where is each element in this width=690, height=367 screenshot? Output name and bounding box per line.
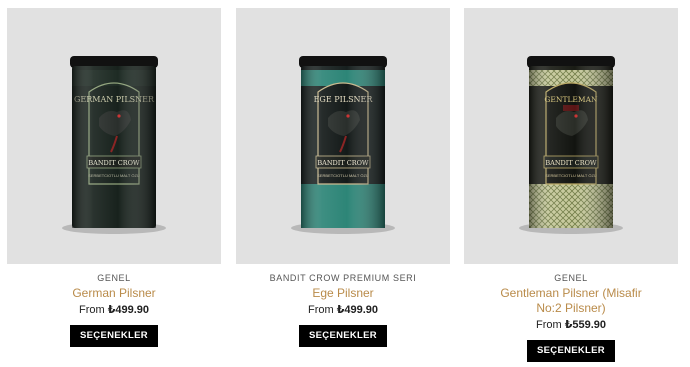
can-illustration: GENTLEMAN BANDIT CROW SERBETCIOTLU MALT … bbox=[519, 56, 623, 234]
price-line: From ₺499.90 bbox=[7, 303, 221, 318]
price-prefix: From bbox=[78, 304, 105, 316]
product-image[interactable]: EGE PILSNER BANDIT CROW SERBETCIOTLU MAL… bbox=[236, 8, 450, 264]
options-button[interactable]: SEÇENEKLER bbox=[299, 325, 387, 347]
product-category: GENEL bbox=[554, 273, 588, 283]
product-title-link[interactable]: Gentleman Pilsner (Misafir No:2 Pilsner) bbox=[496, 286, 646, 316]
product-image[interactable]: GERMAN PILSNER BANDIT CROW SERBETCIOTLU … bbox=[7, 8, 221, 264]
price-prefix: From bbox=[535, 319, 562, 331]
price-amount: ₺499.90 bbox=[107, 304, 150, 316]
price-amount: ₺559.90 bbox=[564, 319, 607, 331]
price-prefix: From bbox=[307, 304, 334, 316]
product-title-link[interactable]: Ege Pilsner bbox=[268, 286, 418, 301]
price-line: From ₺559.90 bbox=[464, 318, 678, 333]
product-card[interactable]: EGE PILSNER BANDIT CROW SERBETCIOTLU MAL… bbox=[236, 8, 450, 347]
product-title-link[interactable]: German Pilsner bbox=[39, 286, 189, 301]
price-amount: ₺499.90 bbox=[336, 304, 379, 316]
options-button[interactable]: SEÇENEKLER bbox=[527, 340, 615, 362]
can-illustration: EGE PILSNER BANDIT CROW SERBETCIOTLU MAL… bbox=[291, 56, 395, 234]
product-card[interactable]: GENTLEMAN BANDIT CROW SERBETCIOTLU MALT … bbox=[464, 8, 678, 362]
product-image[interactable]: GENTLEMAN BANDIT CROW SERBETCIOTLU MALT … bbox=[464, 8, 678, 264]
can-illustration: GERMAN PILSNER BANDIT CROW SERBETCIOTLU … bbox=[62, 56, 166, 234]
price-line: From ₺499.90 bbox=[236, 303, 450, 318]
options-button[interactable]: SEÇENEKLER bbox=[70, 325, 158, 347]
product-card[interactable]: GERMAN PILSNER BANDIT CROW SERBETCIOTLU … bbox=[7, 8, 221, 347]
product-category: GENEL bbox=[97, 273, 131, 283]
product-category: BANDIT CROW PREMIUM SERI bbox=[269, 273, 417, 283]
